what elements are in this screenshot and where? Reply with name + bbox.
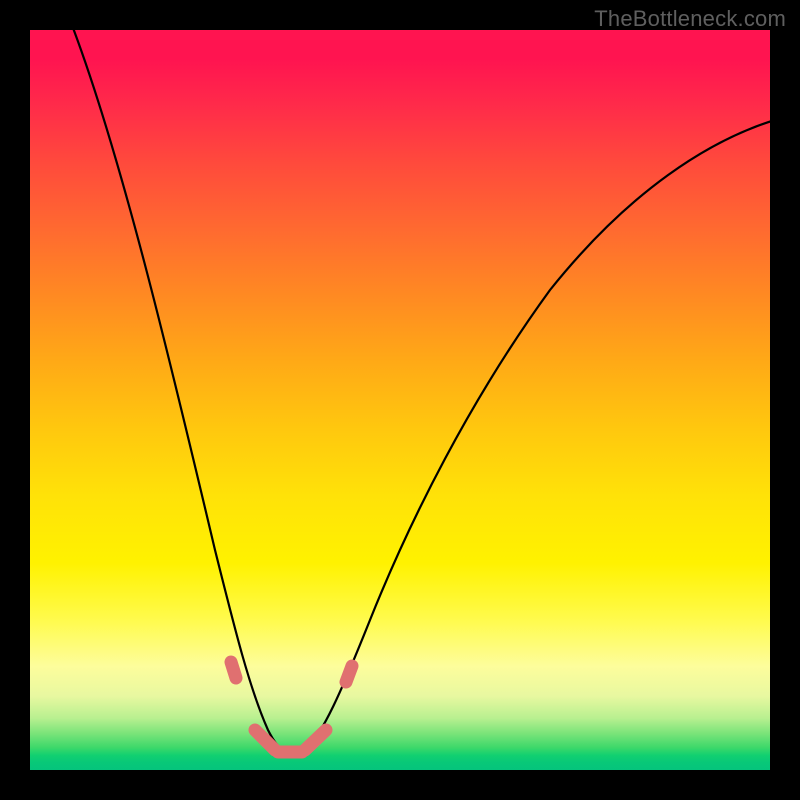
- curve-marker: [231, 662, 236, 678]
- plot-area: [30, 30, 770, 770]
- watermark-text: TheBottleneck.com: [594, 6, 786, 32]
- curve-marker: [305, 730, 326, 750]
- bottleneck-curve: [70, 30, 770, 755]
- curve-marker: [255, 730, 275, 750]
- chart-frame: TheBottleneck.com: [0, 0, 800, 800]
- curve-layer: [30, 30, 770, 770]
- curve-marker: [346, 666, 352, 682]
